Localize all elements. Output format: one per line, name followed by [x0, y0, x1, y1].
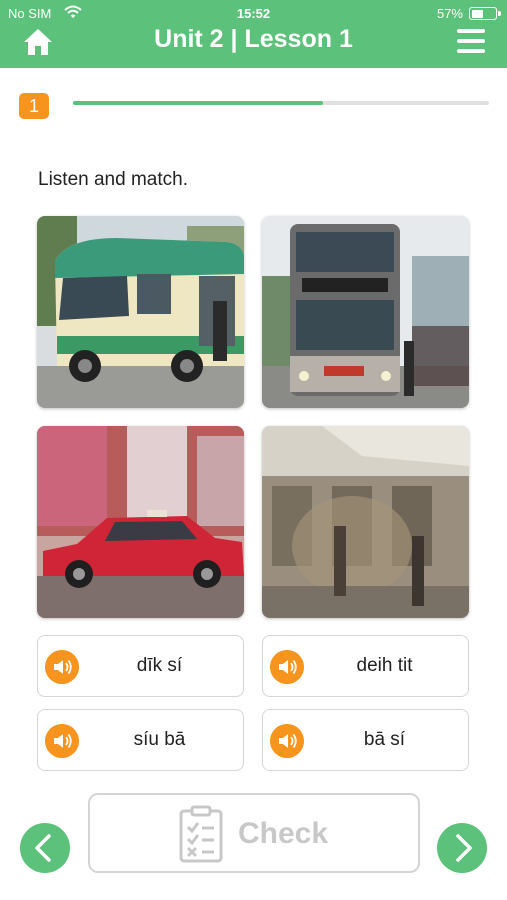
- battery-icon: [469, 7, 501, 20]
- clock: 15:52: [236, 6, 271, 21]
- photo-minibus[interactable]: [37, 216, 244, 408]
- next-button[interactable]: [437, 823, 487, 873]
- menu-icon-bar: [457, 39, 485, 43]
- speaker-icon[interactable]: [270, 650, 304, 684]
- step-badge: 1: [19, 93, 49, 119]
- menu-button[interactable]: [457, 29, 485, 55]
- instruction-text: Listen and match.: [38, 169, 188, 190]
- word-card-siu-ba[interactable]: síu bā: [37, 709, 244, 771]
- progress-track: [73, 101, 489, 105]
- word-card-dik-si[interactable]: dīk sí: [37, 635, 244, 697]
- word-label: deih tit: [356, 655, 413, 676]
- word-card-ba-si[interactable]: bā sí: [262, 709, 469, 771]
- menu-icon-bar: [457, 49, 485, 53]
- word-label: bā sí: [363, 729, 406, 750]
- word-card-deih-tit[interactable]: deih tit: [262, 635, 469, 697]
- word-label: síu bā: [133, 729, 186, 750]
- app-header: No SIM 15:52 57% Unit 2 | Lesson 1: [0, 0, 507, 68]
- speaker-icon[interactable]: [45, 724, 79, 758]
- photo-taxi[interactable]: [37, 426, 244, 618]
- page-title: Unit 2 | Lesson 1: [154, 25, 353, 53]
- chevron-right-icon: [456, 834, 472, 862]
- progress-fill: [73, 101, 323, 105]
- chevron-left-icon: [35, 834, 51, 862]
- status-bar: No SIM 15:52 57%: [0, 4, 507, 24]
- check-label: Check: [238, 817, 329, 850]
- battery-percentage: 57%: [436, 6, 463, 21]
- speaker-icon[interactable]: [270, 724, 304, 758]
- speaker-icon[interactable]: [45, 650, 79, 684]
- photo-mtr-train[interactable]: [262, 426, 469, 618]
- menu-icon-bar: [457, 29, 485, 33]
- check-button[interactable]: Check: [88, 793, 420, 873]
- previous-button[interactable]: [20, 823, 70, 873]
- photo-double-decker-bus[interactable]: [262, 216, 469, 408]
- word-label: dīk sí: [136, 655, 183, 676]
- checklist-icon: [179, 805, 223, 863]
